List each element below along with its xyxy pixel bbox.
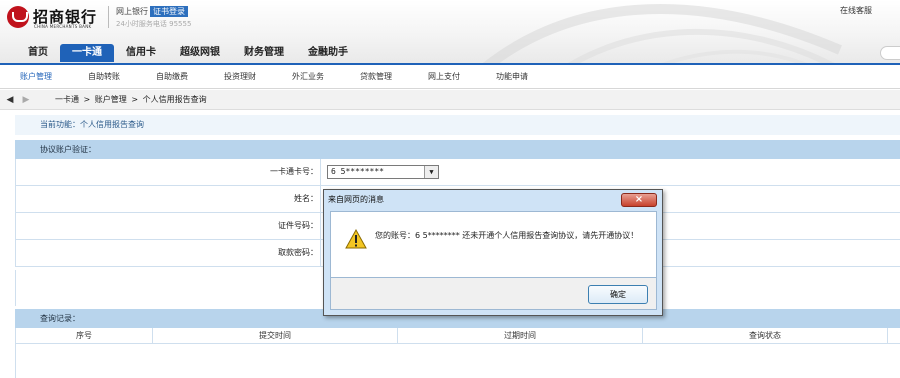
breadcrumb-bar: ◀ ▶ 一卡通 > 账户管理 > 个人信用报告查询 — [0, 90, 900, 110]
sub-nav-investment[interactable]: 投资理财 — [206, 71, 274, 82]
logo-subtitle: CHINA MERCHANTS BANK — [34, 24, 92, 29]
breadcrumb-level1[interactable]: 一卡通 — [55, 95, 79, 104]
col-status: 查询状态 — [643, 328, 888, 344]
breadcrumb-sep: > — [131, 95, 139, 104]
current-function: 当前功能：个人信用报告查询 — [15, 115, 900, 135]
close-icon[interactable]: × — [621, 193, 657, 207]
sub-nav: 账户管理 自助转账 自助缴费 投资理财 外汇业务 贷款管理 网上支付 功能申请 — [0, 65, 900, 89]
col-expire-time: 过期时间 — [398, 328, 643, 344]
dialog-message: 您的账号：6 5******** 还未开通个人信用报告查询协议，请先开通协议！ — [375, 231, 639, 240]
col-index: 序号 — [16, 328, 153, 344]
card-number-value: 6 5******** — [331, 167, 384, 176]
records-table-body — [15, 344, 900, 378]
withdraw-code-label: 取款密码： — [278, 248, 318, 257]
sub-nav-payment[interactable]: 自助缴费 — [138, 71, 206, 82]
card-number-label: 一卡通卡号： — [270, 167, 318, 176]
sub-nav-loans[interactable]: 贷款管理 — [342, 71, 410, 82]
card-number-row: 一卡通卡号： 6 5******** ▼ — [15, 159, 900, 186]
header-divider — [108, 6, 109, 28]
cert-login-badge: 证书登录 — [150, 6, 188, 17]
main-nav-wealth[interactable]: 财务管理 — [232, 44, 296, 62]
ok-button[interactable]: 确定 — [588, 285, 648, 304]
main-nav: 首页 一卡通 信用卡 超级网银 财务管理 金融助手 — [16, 43, 360, 63]
dialog-body: 您的账号：6 5******** 还未开通个人信用报告查询协议，请先开通协议！ — [330, 211, 657, 278]
main-nav-super-ebank[interactable]: 超级网银 — [168, 44, 232, 62]
main-nav-debit-card[interactable]: 一卡通 — [60, 44, 114, 62]
breadcrumb-level2[interactable]: 账户管理 — [95, 95, 127, 104]
main-nav-credit-card[interactable]: 信用卡 — [114, 44, 168, 62]
sub-nav-online-pay[interactable]: 网上支付 — [410, 71, 478, 82]
sub-nav-account-mgmt[interactable]: 账户管理 — [2, 71, 70, 82]
name-label: 姓名： — [294, 194, 318, 203]
search-input[interactable] — [880, 46, 900, 60]
forward-arrow-icon[interactable]: ▶ — [18, 95, 34, 105]
chevron-down-icon[interactable]: ▼ — [424, 166, 438, 178]
verify-section-header: 协议账户验证： — [15, 140, 900, 159]
card-number-select[interactable]: 6 5******** ▼ — [327, 165, 439, 179]
main-nav-assistant[interactable]: 金融助手 — [296, 44, 360, 62]
card-number-cell: 6 5******** ▼ — [320, 159, 900, 185]
header: 招商银行 CHINA MERCHANTS BANK 网上银行 证书登录 24小时服… — [0, 0, 900, 64]
service-phone: 24小时服务电话 95555 — [116, 20, 192, 28]
online-service-link[interactable]: 在线客服 — [840, 5, 872, 16]
header-decoration — [481, 4, 842, 64]
breadcrumb-sep: > — [83, 95, 91, 104]
main-nav-home[interactable]: 首页 — [16, 44, 60, 62]
id-number-label: 证件号码： — [278, 221, 318, 230]
site-title: 网上银行 证书登录 — [116, 6, 188, 17]
sub-nav-forex[interactable]: 外汇业务 — [274, 71, 342, 82]
records-table-header: 序号 提交时间 过期时间 查询状态 — [15, 328, 900, 344]
dialog-footer: 确定 — [330, 278, 657, 310]
breadcrumb: 一卡通 > 账户管理 > 个人信用报告查询 — [54, 94, 208, 105]
message-dialog: 来自网页的消息 × 您的账号：6 5******** 还未开通个人信用报告查询协… — [323, 189, 663, 316]
col-submit-time: 提交时间 — [153, 328, 398, 344]
sub-nav-apply[interactable]: 功能申请 — [478, 71, 546, 82]
sub-nav-transfer[interactable]: 自助转账 — [70, 71, 138, 82]
breadcrumb-level3: 个人信用报告查询 — [142, 95, 207, 104]
dialog-title: 来自网页的消息 — [328, 195, 384, 204]
site-title-text: 网上银行 — [116, 7, 148, 16]
warning-icon — [345, 229, 367, 249]
cmb-logo-icon — [7, 6, 29, 28]
back-arrow-icon[interactable]: ◀ — [2, 95, 18, 105]
